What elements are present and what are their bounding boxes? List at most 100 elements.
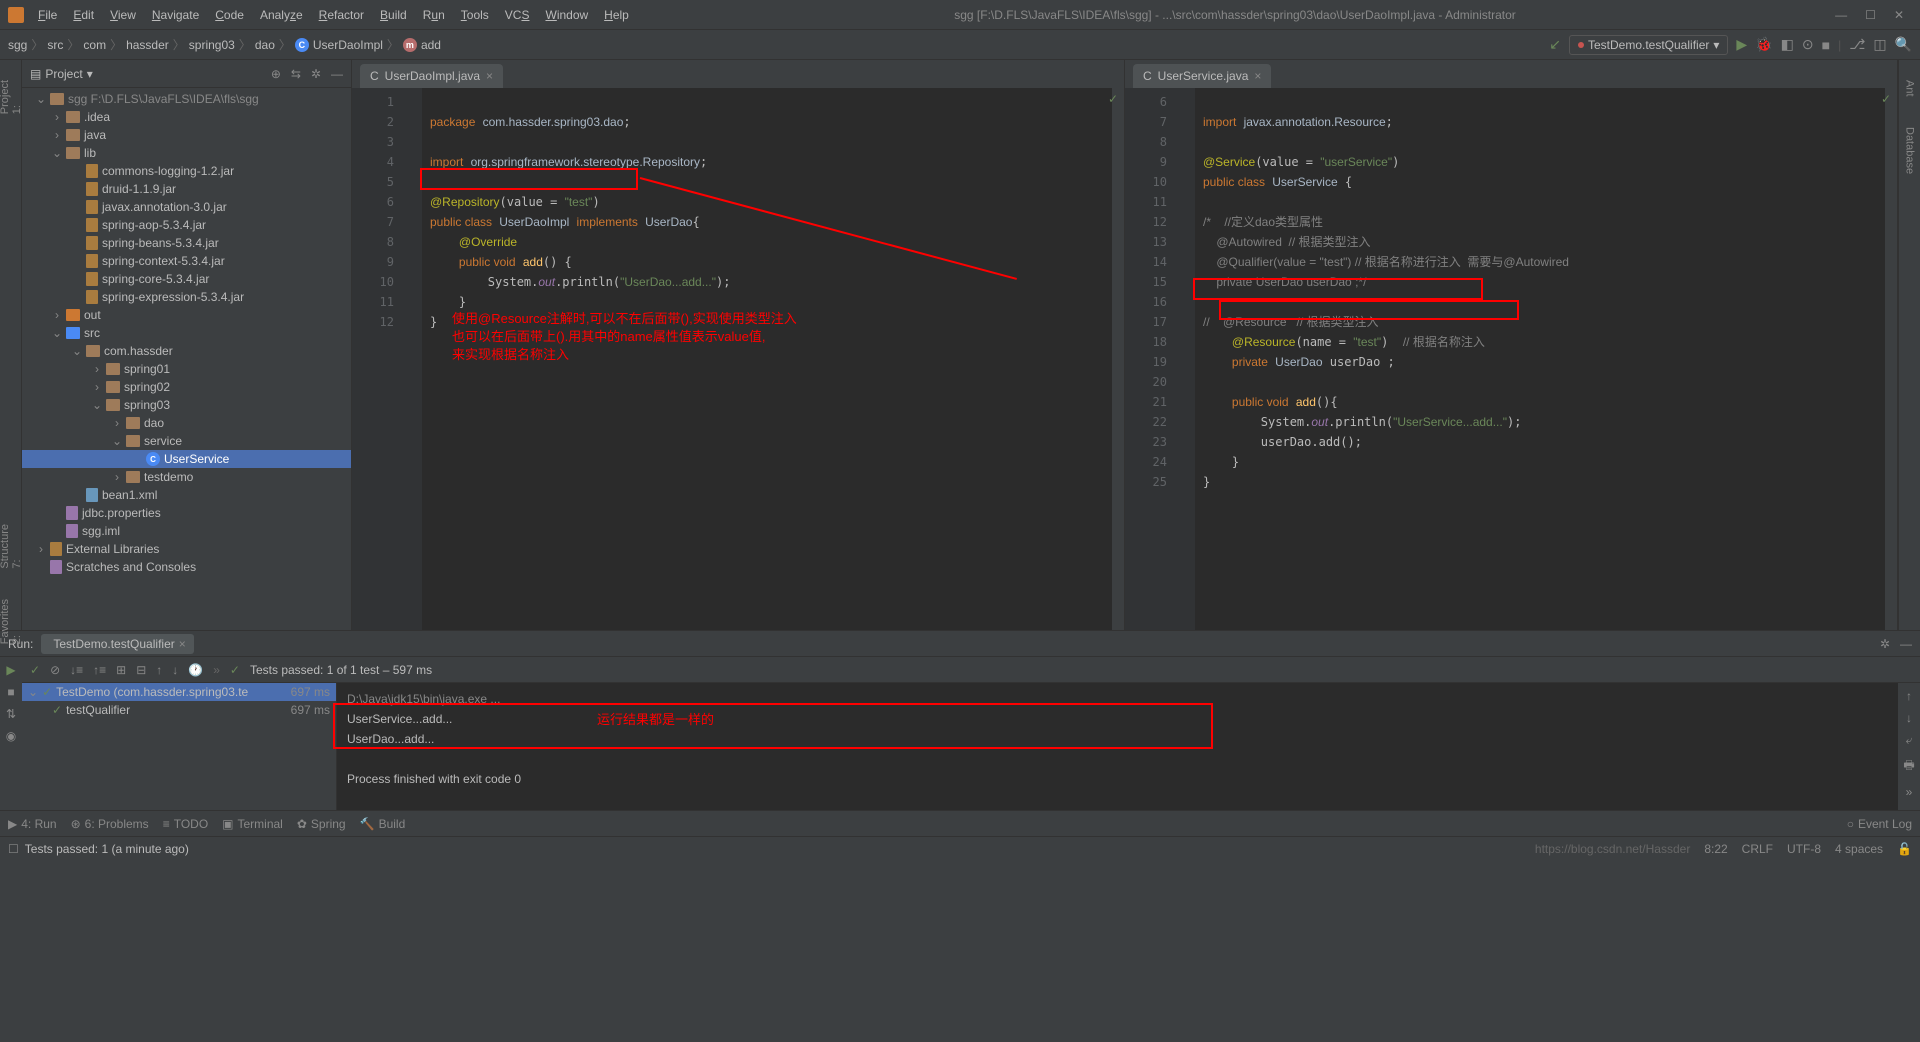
- tree-item[interactable]: ›External Libraries: [22, 540, 351, 558]
- project-panel-title[interactable]: Project: [45, 67, 82, 81]
- tree-item[interactable]: spring-aop-5.3.4.jar: [22, 216, 351, 234]
- menu-build[interactable]: Build: [374, 4, 413, 26]
- build-icon[interactable]: ↙: [1549, 36, 1561, 53]
- database-tool-tab[interactable]: Database: [1904, 127, 1916, 174]
- run-tab[interactable]: TestDemo.testQualifier ×: [41, 634, 193, 654]
- menu-refactor[interactable]: Refactor: [313, 4, 370, 26]
- stop-icon[interactable]: ■: [1822, 37, 1830, 53]
- run-tool-tab[interactable]: ▶ 4: Run: [8, 817, 57, 831]
- tree-item[interactable]: ›dao: [22, 414, 351, 432]
- tree-item[interactable]: ›java: [22, 126, 351, 144]
- tree-item[interactable]: ›spring02: [22, 378, 351, 396]
- profile-icon[interactable]: ⊙: [1802, 36, 1814, 53]
- crumb-dao[interactable]: dao: [255, 38, 275, 52]
- crumb-project[interactable]: sgg: [8, 38, 27, 52]
- problems-tool-tab[interactable]: ⊛ 6: Problems: [71, 817, 149, 831]
- stop-icon[interactable]: ■: [7, 685, 14, 699]
- tree-item[interactable]: commons-logging-1.2.jar: [22, 162, 351, 180]
- lock-icon[interactable]: 🔓: [1897, 842, 1912, 856]
- expand-icon[interactable]: ⇆: [291, 67, 301, 81]
- locate-icon[interactable]: ⊕: [271, 67, 281, 81]
- wrap-icon[interactable]: ⤶: [1906, 733, 1913, 748]
- menu-view[interactable]: View: [104, 4, 142, 26]
- scrollbar[interactable]: [1885, 88, 1897, 630]
- tree-item[interactable]: druid-1.1.9.jar: [22, 180, 351, 198]
- tree-item[interactable]: bean1.xml: [22, 486, 351, 504]
- tree-item[interactable]: spring-beans-5.3.4.jar: [22, 234, 351, 252]
- history-icon[interactable]: 🕐: [188, 663, 203, 677]
- expand-icon[interactable]: ⊞: [116, 663, 126, 677]
- tree-item[interactable]: ›.idea: [22, 108, 351, 126]
- tree-item[interactable]: ›testdemo: [22, 468, 351, 486]
- tree-item[interactable]: ›out: [22, 306, 351, 324]
- menu-navigate[interactable]: Navigate: [146, 4, 205, 26]
- tree-item[interactable]: ⌄spring03: [22, 396, 351, 414]
- structure-tool-tab[interactable]: 7: Structure: [0, 524, 23, 569]
- test-row-method[interactable]: ✓ testQualifier 697 ms: [22, 701, 336, 719]
- up-icon[interactable]: ↑: [1906, 689, 1912, 703]
- todo-tool-tab[interactable]: ≡ TODO: [163, 817, 208, 831]
- crumb-class[interactable]: UserDaoImpl: [313, 38, 383, 52]
- debug-icon[interactable]: 🐞: [1755, 36, 1772, 53]
- close-icon[interactable]: ✕: [1894, 8, 1904, 22]
- menu-analyze[interactable]: Analyze: [254, 4, 309, 26]
- encoding[interactable]: UTF-8: [1787, 842, 1821, 856]
- tree-item[interactable]: javax.annotation-3.0.jar: [22, 198, 351, 216]
- project-tree[interactable]: ⌄sgg F:\D.FLS\JavaFLS\IDEA\fls\sgg›.idea…: [22, 88, 351, 630]
- struct-icon[interactable]: ◫: [1873, 36, 1886, 53]
- menu-vcs[interactable]: VCS: [499, 4, 536, 26]
- git-icon[interactable]: ⎇: [1849, 36, 1865, 53]
- menu-help[interactable]: Help: [598, 4, 635, 26]
- maximize-icon[interactable]: ☐: [1865, 8, 1876, 22]
- more-icon[interactable]: »: [1906, 785, 1913, 799]
- scrollbar[interactable]: [1112, 88, 1124, 630]
- passed-icon[interactable]: ✓: [30, 663, 40, 677]
- tree-item[interactable]: ⌄com.hassder: [22, 342, 351, 360]
- code-content[interactable]: package com.hassder.spring03.dao; import…: [422, 88, 1112, 630]
- code-area-right[interactable]: 678910111213141516171819202122232425 imp…: [1125, 88, 1897, 630]
- code-area-left[interactable]: 123456789101112 package com.hassder.spri…: [352, 88, 1124, 630]
- layout-icon[interactable]: ⇅: [6, 707, 16, 721]
- run-config-dropdown[interactable]: TestDemo.testQualifier ▾: [1569, 35, 1728, 55]
- menu-code[interactable]: Code: [209, 4, 250, 26]
- hide-icon[interactable]: —: [331, 67, 343, 81]
- menu-run[interactable]: Run: [417, 4, 451, 26]
- tab-close-icon[interactable]: ×: [1254, 69, 1261, 83]
- minimize-icon[interactable]: —: [1835, 8, 1847, 22]
- test-row-root[interactable]: ⌄ ✓ TestDemo (com.hassder.spring03.te 69…: [22, 683, 336, 701]
- settings-icon[interactable]: ✲: [1880, 637, 1890, 651]
- status-icon[interactable]: ☐: [8, 842, 19, 856]
- menu-tools[interactable]: Tools: [455, 4, 495, 26]
- prev-icon[interactable]: ↑: [156, 663, 162, 677]
- tree-item[interactable]: ⌄service: [22, 432, 351, 450]
- rerun-icon[interactable]: ▶: [6, 663, 15, 677]
- coverage-icon[interactable]: ◧: [1781, 36, 1794, 53]
- spring-tool-tab[interactable]: ✿ Spring: [297, 817, 346, 831]
- tree-item[interactable]: Scratches and Consoles: [22, 558, 351, 576]
- terminal-tool-tab[interactable]: ▣ Terminal: [222, 817, 283, 831]
- crumb-spring03[interactable]: spring03: [189, 38, 235, 52]
- tab-close-icon[interactable]: ×: [179, 637, 186, 651]
- crumb-hassder[interactable]: hassder: [126, 38, 169, 52]
- run-icon[interactable]: ▶: [1736, 36, 1747, 53]
- tree-item[interactable]: ⌄lib: [22, 144, 351, 162]
- event-log-tab[interactable]: ○ Event Log: [1847, 817, 1912, 831]
- line-sep[interactable]: CRLF: [1742, 842, 1773, 856]
- crumb-method[interactable]: add: [421, 38, 441, 52]
- sort2-icon[interactable]: ↑≡: [93, 663, 106, 677]
- ant-tool-tab[interactable]: Ant: [1904, 80, 1916, 97]
- console-output[interactable]: D:\Java\jdk15\bin\java.exe ... UserServi…: [337, 683, 1898, 810]
- search-icon[interactable]: 🔍: [1895, 36, 1912, 53]
- print-icon[interactable]: 🖶: [1903, 756, 1914, 777]
- crumb-com[interactable]: com: [83, 38, 106, 52]
- chevron-down-icon[interactable]: ▾: [87, 67, 93, 81]
- indent[interactable]: 4 spaces: [1835, 842, 1883, 856]
- next-icon[interactable]: ↓: [172, 663, 178, 677]
- failed-icon[interactable]: ⊘: [50, 663, 60, 677]
- build-tool-tab[interactable]: 🔨 Build: [360, 817, 406, 831]
- test-tree[interactable]: ⌄ ✓ TestDemo (com.hassder.spring03.te 69…: [22, 683, 337, 810]
- menu-file[interactable]: File: [32, 4, 63, 26]
- tree-item[interactable]: sgg.iml: [22, 522, 351, 540]
- hide-icon[interactable]: —: [1900, 637, 1912, 651]
- tab-userservice[interactable]: C UserService.java ×: [1133, 64, 1271, 88]
